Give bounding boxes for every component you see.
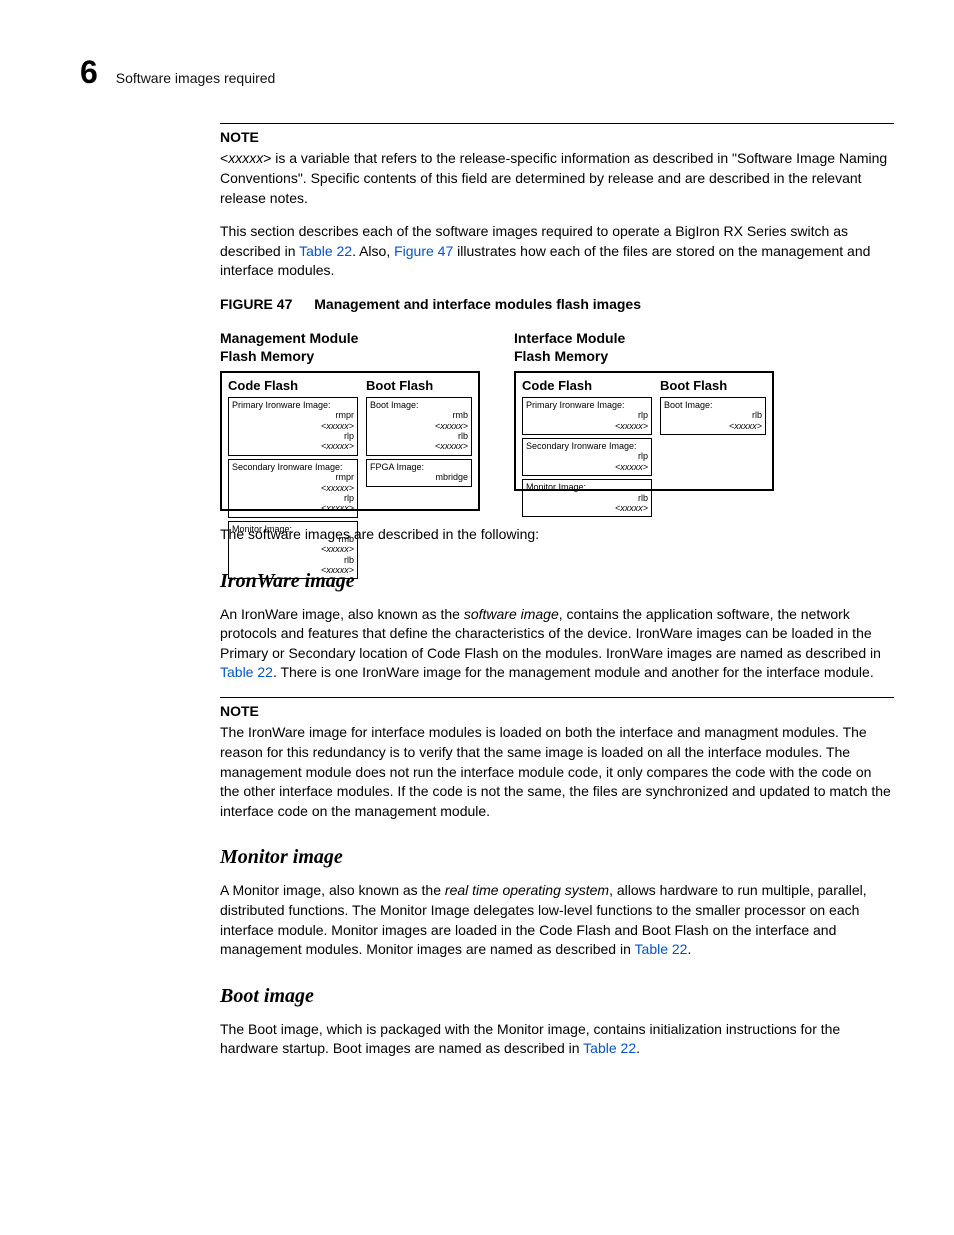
entry-list: Boot Image:rmb <xxxxx>rlb <xxxxx> FPGA Im… [364, 397, 472, 489]
note-body: <xxxxx> is a variable that refers to the… [220, 149, 894, 208]
intf-boot-flash: Boot Flash Boot Image:rlb <xxxxx> [658, 377, 766, 485]
mgmt-code-flash: Code Flash Primary Ironware Image:rmpr<x… [226, 377, 358, 505]
boot-paragraph: The Boot image, which is packaged with t… [220, 1020, 894, 1059]
mgmt-boot-flash: Boot Flash Boot Image:rmb <xxxxx>rlb <xx… [364, 377, 472, 505]
flash-entry-box: Monitor Image:rmb <xxxxx>rlb <xxxxx> [228, 521, 358, 580]
monitor-paragraph: A Monitor image, also known as the real … [220, 881, 894, 959]
entry-list: Primary Ironware Image:rlp <xxxxx>Second… [520, 397, 652, 520]
intf-module-box: Code Flash Primary Ironware Image:rlp <x… [514, 371, 774, 491]
flash-entry-box: FPGA Image:mbridge [366, 459, 472, 487]
flash-entry-box: Primary Ironware Image:rlp <xxxxx> [522, 397, 652, 435]
running-title: Software images required [116, 69, 276, 89]
intro-paragraph: This section describes each of the softw… [220, 222, 894, 281]
flash-entry-box: Boot Image:rmb <xxxxx>rlb <xxxxx> [366, 397, 472, 456]
mgmt-module-box: Code Flash Primary Ironware Image:rmpr<x… [220, 371, 480, 511]
flash-entry-box: Secondary Ironware Image:rmpr<xxxxx>rlp … [228, 459, 358, 518]
entry-list: Boot Image:rlb <xxxxx> [658, 397, 766, 438]
note-block: NOTE <xxxxx> is a variable that refers t… [220, 123, 894, 208]
chapter-number: 6 [80, 50, 98, 95]
figure-diagram: Management Module Flash Memory Code Flas… [220, 329, 894, 511]
xref-table-22[interactable]: Table 22 [299, 243, 352, 259]
flash-entry-box: Monitor Image:rlb <xxxxx> [522, 479, 652, 517]
intf-module-column: Interface Module Flash Memory Code Flash… [514, 329, 774, 511]
heading-monitor: Monitor image [220, 843, 894, 871]
xref-table-22[interactable]: Table 22 [635, 941, 688, 957]
xref-figure-47[interactable]: Figure 47 [394, 243, 453, 259]
figure-caption: FIGURE 47 Management and interface modul… [220, 295, 894, 315]
note-label: NOTE [220, 702, 894, 722]
xref-table-22[interactable]: Table 22 [583, 1040, 636, 1056]
figure-title: Management and interface modules flash i… [314, 296, 641, 312]
flash-entry-box: Secondary Ironware Image:rlp <xxxxx> [522, 438, 652, 476]
ironware-paragraph: An IronWare image, also known as the sof… [220, 605, 894, 683]
heading-boot: Boot image [220, 982, 894, 1010]
xref-table-22[interactable]: Table 22 [220, 664, 273, 680]
intf-module-title: Interface Module Flash Memory [514, 329, 774, 365]
flash-entry-box: Boot Image:rlb <xxxxx> [660, 397, 766, 435]
note-block-ironware: NOTE The IronWare image for interface mo… [220, 697, 894, 822]
intf-code-flash: Code Flash Primary Ironware Image:rlp <x… [520, 377, 652, 485]
mgmt-module-title: Management Module Flash Memory [220, 329, 480, 365]
figure-label: FIGURE 47 [220, 296, 292, 312]
mgmt-module-column: Management Module Flash Memory Code Flas… [220, 329, 480, 511]
note-body: The IronWare image for interface modules… [220, 723, 894, 821]
page-header: 6 Software images required [80, 50, 894, 95]
note-label: NOTE [220, 128, 894, 148]
flash-entry-box: Primary Ironware Image:rmpr<xxxxx>rlp <x… [228, 397, 358, 456]
entry-list: Primary Ironware Image:rmpr<xxxxx>rlp <x… [226, 397, 358, 582]
